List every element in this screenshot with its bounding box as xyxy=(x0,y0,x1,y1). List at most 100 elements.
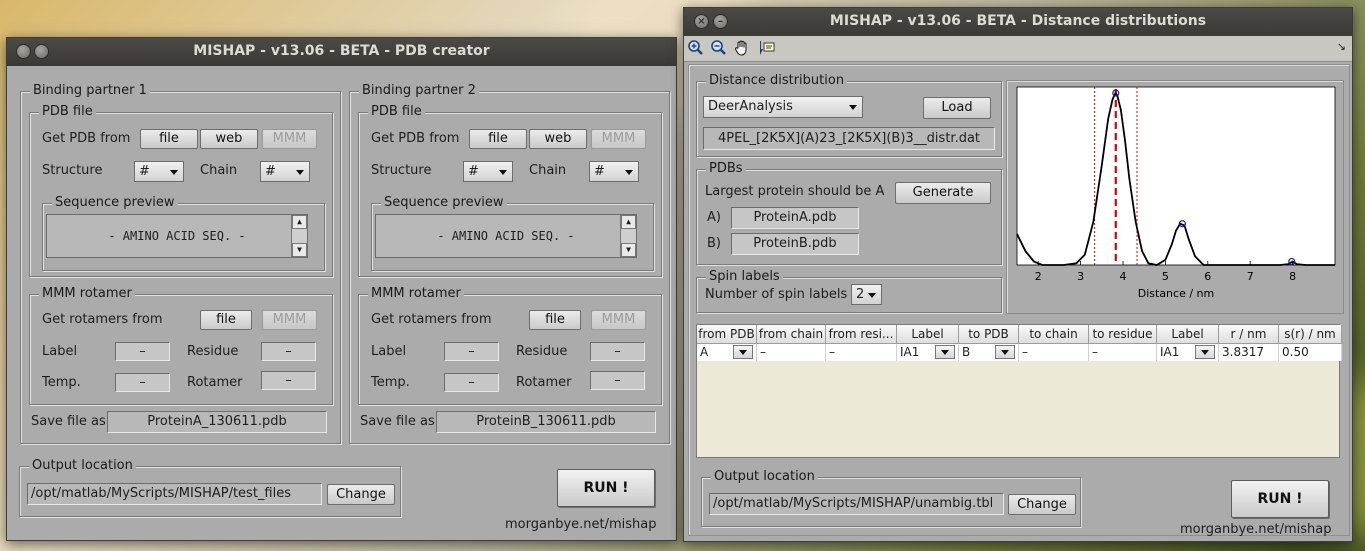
generate-button[interactable]: Generate xyxy=(895,182,991,204)
distance-distribution-chart[interactable]: 2 3 4 5 6 7 8 Distance / nm xyxy=(1009,82,1341,314)
rotamer-field[interactable]: – xyxy=(590,371,645,390)
output-location-panel: Output location /opt/matlab/MyScripts/MI… xyxy=(19,458,401,517)
column-header[interactable]: from chain xyxy=(757,325,826,344)
label-field[interactable]: – xyxy=(444,342,499,361)
table-cell[interactable]: – xyxy=(1019,344,1089,361)
rotamer-file-button[interactable]: file xyxy=(529,310,581,330)
pdb-mmm-button[interactable]: MMM xyxy=(262,129,317,149)
title-bar[interactable]: MISHAP - v13.06 - BETA - PDB creator xyxy=(7,38,676,66)
pdb-mmm-button[interactable]: MMM xyxy=(591,129,646,149)
chain-select[interactable]: # xyxy=(589,161,639,182)
table-cell[interactable]: B xyxy=(959,344,1019,361)
scroll-up-icon[interactable]: ▲ xyxy=(621,215,636,229)
chevron-down-icon[interactable] xyxy=(733,345,753,359)
column-header[interactable]: from resi... xyxy=(826,325,897,344)
table-cell[interactable]: 0.50 xyxy=(1279,344,1342,361)
column-header[interactable]: r / nm xyxy=(1219,325,1279,344)
save-file-field[interactable]: ProteinA_130611.pdb xyxy=(107,411,327,433)
rotamer-field[interactable]: – xyxy=(261,371,316,390)
residue-field[interactable]: – xyxy=(590,342,645,361)
data-cursor-icon[interactable] xyxy=(758,39,775,60)
temp-field[interactable]: – xyxy=(115,373,170,392)
table-cell[interactable]: 3.8317 xyxy=(1219,344,1279,361)
pdb-b-field[interactable]: ProteinB.pdb xyxy=(731,233,859,255)
chain-value: # xyxy=(594,164,605,179)
title-bar[interactable]: × – MISHAP - v13.06 - BETA - Distance di… xyxy=(684,8,1352,36)
table-cell[interactable]: – xyxy=(1089,344,1157,361)
residue-label: Residue xyxy=(516,344,568,359)
load-button[interactable]: Load xyxy=(923,97,991,119)
pdb-web-button[interactable]: web xyxy=(200,129,258,149)
column-header[interactable]: to PDB xyxy=(959,325,1019,344)
zoom-in-icon[interactable] xyxy=(687,39,704,60)
structure-select[interactable]: # xyxy=(134,161,184,182)
table-cell[interactable]: A xyxy=(697,344,757,361)
spin-count-select[interactable]: 2 xyxy=(851,284,882,305)
table-cell[interactable]: – xyxy=(757,344,826,361)
save-file-field[interactable]: ProteinB_130611.pdb xyxy=(436,411,656,433)
output-path-field[interactable]: /opt/matlab/MyScripts/MISHAP/unambig.tbl xyxy=(709,493,1004,515)
column-header[interactable]: Label xyxy=(1157,325,1219,344)
rotamer-file-button[interactable]: file xyxy=(200,310,252,330)
x-tick-label: 3 xyxy=(1077,270,1084,283)
change-output-button[interactable]: Change xyxy=(1008,494,1076,515)
spin-labels-panel: Spin labels Number of spin labels 2 xyxy=(696,269,1002,313)
pdb-file-button[interactable]: file xyxy=(140,129,198,149)
zoom-out-icon[interactable] xyxy=(710,39,727,60)
distance-distributions-window: × – MISHAP - v13.06 - BETA - Distance di… xyxy=(683,7,1353,542)
run-button[interactable]: RUN ! xyxy=(1231,480,1329,518)
column-header[interactable]: to chain xyxy=(1019,325,1089,344)
panel-title: MMM rotamer xyxy=(39,286,135,301)
credit-text: morganbye.net/mishap xyxy=(1180,522,1332,537)
panel-title: PDBs xyxy=(706,161,746,176)
dock-arrow-icon[interactable]: ↘ xyxy=(1337,40,1346,53)
chevron-down-icon[interactable] xyxy=(995,345,1015,359)
rotamer-mmm-button[interactable]: MMM xyxy=(591,310,646,330)
structure-select[interactable]: # xyxy=(463,161,513,182)
mmm-rotamer-panel: MMM rotamer Get rotamers from file MMM L… xyxy=(358,286,662,405)
pdb-web-button[interactable]: web xyxy=(529,129,587,149)
source-select[interactable]: DeerAnalysis xyxy=(703,96,863,118)
minimize-window-button[interactable] xyxy=(34,44,49,59)
column-header[interactable]: to residue xyxy=(1089,325,1157,344)
close-window-button[interactable] xyxy=(16,44,31,59)
scroll-up-icon[interactable]: ▲ xyxy=(292,215,307,229)
pan-hand-icon[interactable] xyxy=(734,39,751,60)
table-cell[interactable]: IA1 xyxy=(897,344,959,361)
pdb-file-button[interactable]: file xyxy=(469,129,527,149)
sequence-preview-box[interactable]: - AMINO ACID SEQ. - ▲ ▼ xyxy=(375,214,637,258)
column-header[interactable]: s(r) / nm xyxy=(1279,325,1342,344)
chain-select[interactable]: # xyxy=(260,161,310,182)
distribution-file-field[interactable]: 4PEL_[2K5X](A)23_[2K5X](B)3__distr.dat xyxy=(703,127,995,150)
close-window-button[interactable]: × xyxy=(694,14,709,29)
rotamer-mmm-button[interactable]: MMM xyxy=(262,310,317,330)
residue-field[interactable]: – xyxy=(261,342,316,361)
pdb-a-field[interactable]: ProteinA.pdb xyxy=(731,207,859,229)
output-path-field[interactable]: /opt/matlab/MyScripts/MISHAP/test_files xyxy=(27,483,322,505)
scroll-down-icon[interactable]: ▼ xyxy=(621,243,636,257)
sequence-preview-box[interactable]: - AMINO ACID SEQ. - ▲ ▼ xyxy=(46,214,308,258)
panel-title: Sequence preview xyxy=(52,195,178,210)
table-cell[interactable]: – xyxy=(826,344,897,361)
table-cell[interactable]: IA1 xyxy=(1157,344,1219,361)
chevron-down-icon[interactable] xyxy=(1195,345,1215,359)
temp-field[interactable]: – xyxy=(444,373,499,392)
scrollbar[interactable]: ▲ ▼ xyxy=(620,215,636,257)
scroll-down-icon[interactable]: ▼ xyxy=(292,243,307,257)
chain-label: Chain xyxy=(200,163,238,178)
content-area: Distance distribution DeerAnalysis Load … xyxy=(688,64,1350,537)
spin-pair-table[interactable]: from PDB Afrom chain – from resi... – Label IA… xyxy=(696,324,1342,458)
scrollbar[interactable]: ▲ ▼ xyxy=(291,215,307,257)
x-tick-label: 4 xyxy=(1120,270,1127,283)
label-field[interactable]: – xyxy=(115,342,170,361)
column-header[interactable]: from PDB xyxy=(697,325,757,344)
chevron-down-icon[interactable] xyxy=(935,345,955,359)
run-button[interactable]: RUN ! xyxy=(557,469,655,507)
sequence-preview-panel: Sequence preview - AMINO ACID SEQ. - ▲ ▼ xyxy=(42,195,325,271)
chevron-down-icon xyxy=(625,169,633,175)
change-output-button[interactable]: Change xyxy=(327,484,395,505)
label-label: Label xyxy=(371,344,407,359)
column-header[interactable]: Label xyxy=(897,325,959,344)
mmm-rotamer-panel: MMM rotamer Get rotamers from file MMM L… xyxy=(29,286,333,405)
minimize-window-button[interactable]: – xyxy=(713,14,728,29)
